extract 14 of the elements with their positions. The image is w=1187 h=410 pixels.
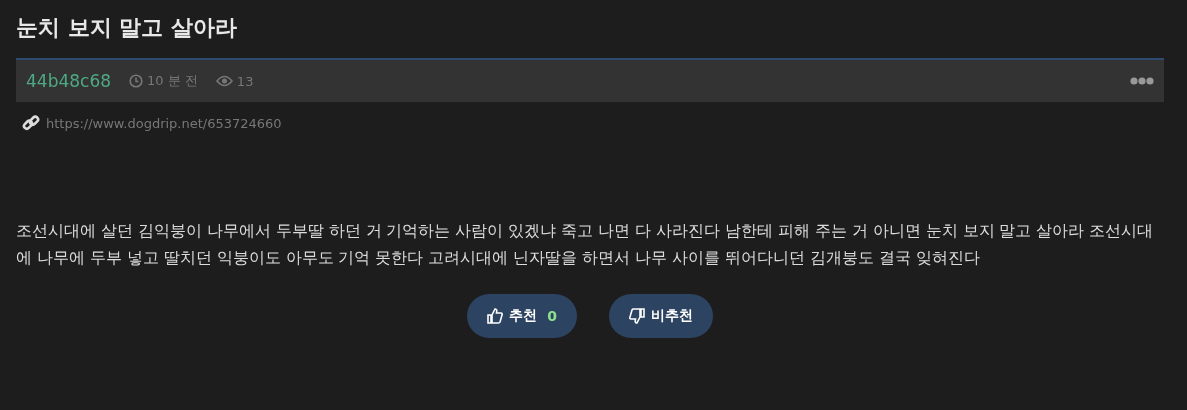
- post-title: 눈치 보지 말고 살아라: [16, 14, 238, 42]
- link-icon: [22, 114, 40, 132]
- post-time: 10 분 전: [147, 72, 198, 90]
- more-icon[interactable]: [1130, 77, 1154, 85]
- post-body: 조선시대에 살던 김익붕이 나무에서 두부딸 하던 거 기억하는 사람이 있겠냐 죽고 나면 다 사라진다 남한테 피해 주는 거 아니면 눈치 보지 말고 살아라 조선시대에 나무에 두부 넣고 딸치던 익붕이도 아무도 기억 못한다 고려시대에 닌자딸을 하면서 나무 사이를 뛰어다니던 김개붕도 결국 잊혀진다: [16, 221, 1155, 269]
- eye-icon: [215, 75, 233, 87]
- view-count: 13: [236, 73, 254, 89]
- thumbs-down-icon: [628, 308, 645, 324]
- author-name[interactable]: 44b48c68: [26, 71, 112, 91]
- upvote-button[interactable]: 추천 0: [467, 294, 577, 338]
- post-url[interactable]: https://www.dogdrip.net/653724660: [46, 115, 282, 131]
- downvote-button[interactable]: 비추천: [608, 294, 713, 338]
- thumbs-up-icon: [487, 308, 504, 324]
- clock-icon: [129, 74, 144, 88]
